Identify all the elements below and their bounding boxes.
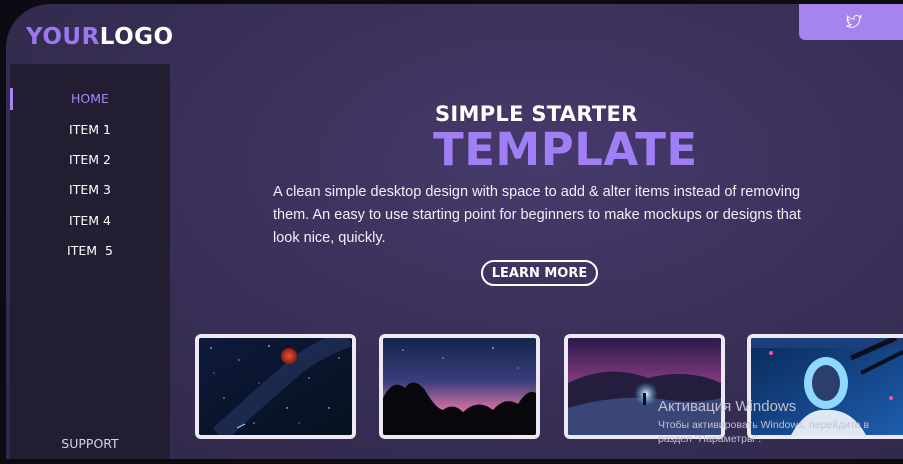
twitter-button[interactable] (799, 4, 903, 40)
watermark-title: Активация Windows (658, 398, 797, 415)
hero-description: A clean simple desktop design with space… (273, 184, 801, 246)
starry-sky-moon-image (199, 338, 352, 435)
logo-part-your: YOUR (26, 24, 100, 50)
hero-title: TEMPLATE (433, 123, 698, 176)
gallery-thumb-2[interactable] (379, 334, 540, 439)
watermark-line-2: Чтобы активировать Windows, перейдите в (658, 419, 870, 431)
sidebar-item-home[interactable]: HOME (10, 91, 170, 106)
app-window: YOURLOGO HOME ITEM 1 ITEM 2 ITEM 3 ITEM … (6, 4, 903, 459)
sidebar-item-3[interactable]: ITEM 3 (10, 182, 170, 197)
sidebar-item-4[interactable]: ITEM 4 (10, 213, 170, 228)
windows-activation-watermark: Активация Windows Чтобы активировать Win… (658, 398, 869, 446)
sidebar-item-2[interactable]: ITEM 2 (10, 152, 170, 167)
gallery-thumb-1[interactable] (195, 334, 356, 439)
logo[interactable]: YOURLOGO (26, 24, 174, 50)
sidebar-item-1[interactable]: ITEM 1 (10, 122, 170, 137)
sidebar: HOME ITEM 1 ITEM 2 ITEM 3 ITEM 4 ITEM 5 … (10, 64, 170, 459)
rock-silhouette-dusk-image (383, 338, 536, 435)
sidebar-item-5[interactable]: ITEM 5 (10, 243, 170, 258)
sidebar-item-support[interactable]: SUPPORT (10, 436, 170, 451)
logo-part-logo: LOGO (99, 24, 174, 50)
twitter-icon (846, 15, 862, 28)
watermark-line-3: раздел "Параметры". (658, 433, 762, 445)
learn-more-button[interactable]: LEARN MORE (481, 260, 598, 286)
